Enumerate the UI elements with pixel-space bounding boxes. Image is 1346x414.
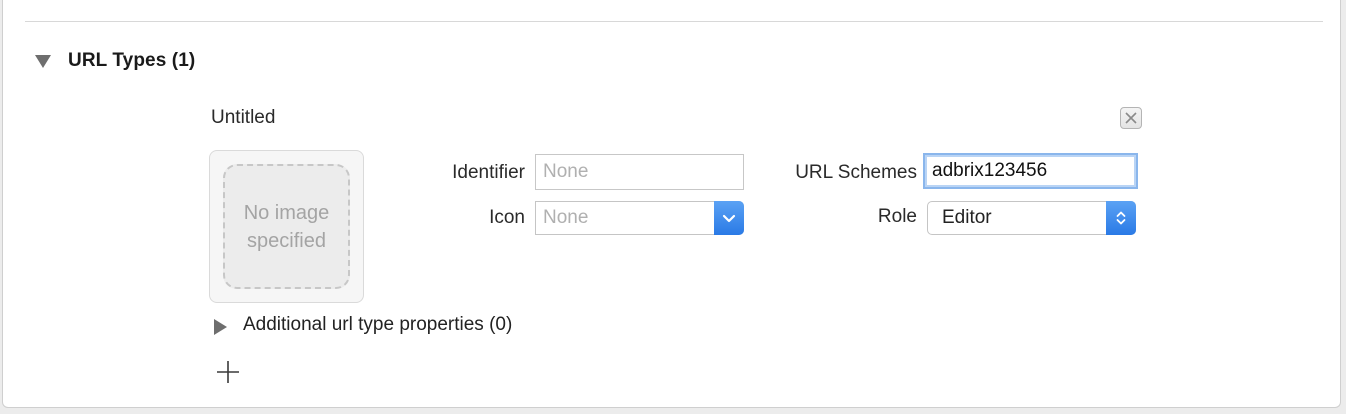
- icon-label: Icon: [489, 207, 525, 228]
- icon-combo-placeholder: None: [543, 207, 589, 228]
- chevron-down-icon: [722, 214, 736, 223]
- icon-dropdown-button[interactable]: [714, 201, 744, 235]
- section-title: URL Types (1): [68, 50, 196, 71]
- identifier-field[interactable]: None: [535, 154, 744, 190]
- plus-icon: [217, 361, 239, 383]
- url-schemes-label: URL Schemes: [795, 162, 917, 183]
- disclosure-triangle-right-icon[interactable]: [214, 319, 227, 335]
- remove-entry-button[interactable]: [1120, 107, 1142, 129]
- additional-properties-label[interactable]: Additional url type properties (0): [243, 314, 512, 336]
- close-icon: [1125, 112, 1137, 124]
- identifier-placeholder: None: [543, 161, 589, 182]
- icon-combo-box[interactable]: None: [535, 201, 744, 235]
- url-schemes-value: adbrix123456: [932, 160, 1048, 181]
- identifier-label: Identifier: [452, 162, 525, 183]
- role-popup-arrows[interactable]: [1106, 201, 1136, 235]
- disclosure-triangle-down-icon[interactable]: [35, 55, 51, 68]
- add-url-type-button[interactable]: [215, 359, 241, 385]
- role-value: Editor: [942, 207, 992, 228]
- role-popup[interactable]: Editor: [927, 201, 1136, 235]
- image-well[interactable]: No image specified: [209, 150, 364, 303]
- url-schemes-field[interactable]: adbrix123456: [923, 153, 1138, 189]
- url-types-panel: URL Types (1) Untitled No image specifie…: [2, 0, 1341, 408]
- image-placeholder: No image specified: [223, 164, 350, 289]
- entry-title[interactable]: Untitled: [211, 107, 275, 129]
- role-label: Role: [877, 206, 917, 227]
- divider: [25, 21, 1323, 22]
- up-down-chevron-icon: [1116, 211, 1126, 225]
